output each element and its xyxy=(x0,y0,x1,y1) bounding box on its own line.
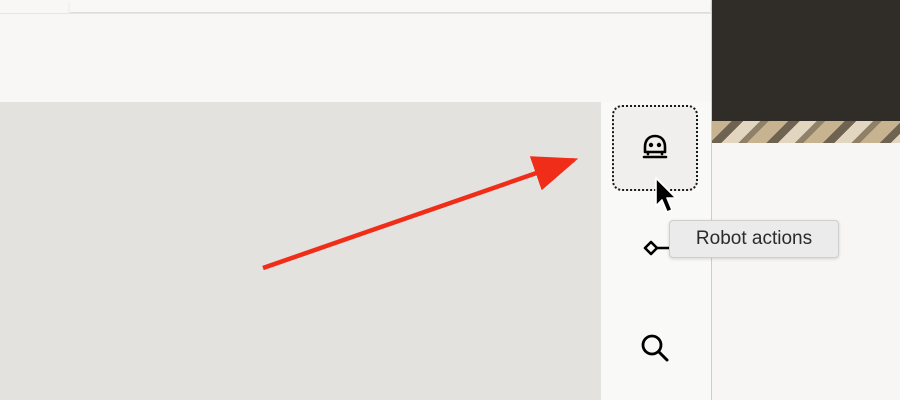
workspace-canvas[interactable] xyxy=(0,102,601,400)
search-icon xyxy=(641,334,669,362)
robot-actions-button[interactable] xyxy=(612,105,698,191)
robot-icon xyxy=(642,134,668,159)
tooltip-text: Robot actions xyxy=(695,228,813,249)
preview-image-dark[interactable] xyxy=(712,0,900,121)
header-area xyxy=(0,14,712,102)
search-button[interactable] xyxy=(612,305,698,391)
preview-image-pattern[interactable] xyxy=(712,121,900,143)
top-card xyxy=(70,0,710,13)
tooltip: Robot actions xyxy=(669,220,839,258)
diamond-connector-icon xyxy=(643,240,671,256)
